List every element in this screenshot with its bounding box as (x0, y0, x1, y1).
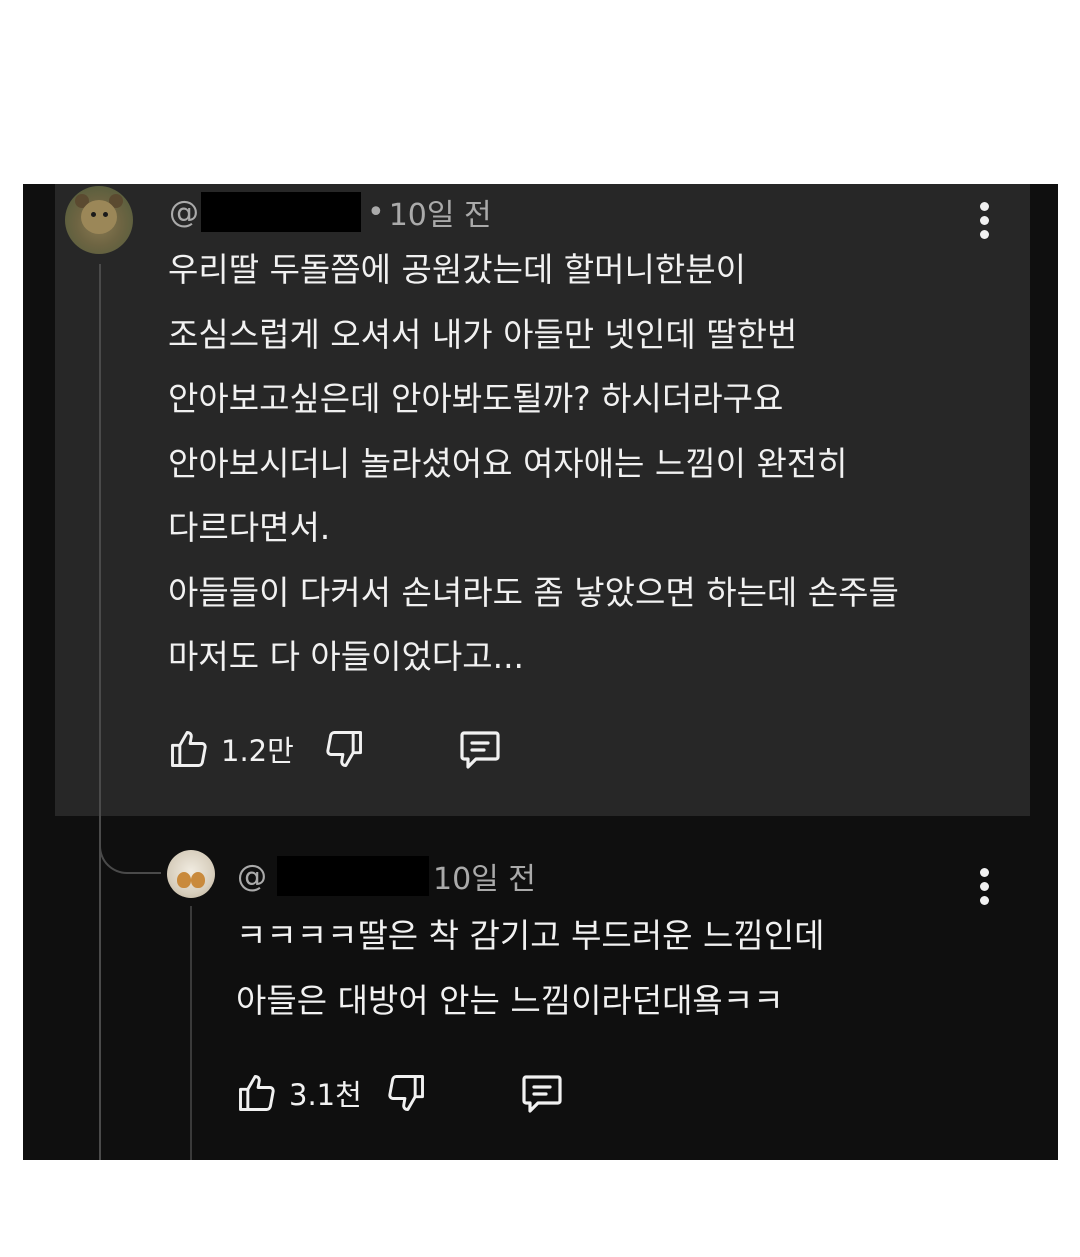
thumbs-down-icon[interactable] (384, 1071, 428, 1115)
like-count: 1.2만 (221, 734, 294, 768)
reply-comment-icon[interactable] (456, 725, 504, 773)
avatar[interactable] (65, 186, 133, 254)
author-handle[interactable]: @ (237, 859, 267, 894)
avatar-face (81, 200, 117, 234)
more-vert-icon[interactable] (978, 868, 990, 906)
redacted-username (201, 192, 361, 232)
like-count: 3.1천 (289, 1078, 362, 1112)
avatar-shape (191, 872, 205, 888)
thumbs-up-icon[interactable] (167, 727, 211, 771)
redacted-username (277, 856, 429, 896)
reply-actions: 3.1천 (235, 1068, 566, 1118)
reply-thread-line (190, 906, 192, 1160)
comment-text: 우리딸 두돌쯤에 공원갔는데 할머니한분이 조심스럽게 오셔서 내가 아들만 넷… (168, 250, 899, 676)
reply-text: ㅋㅋㅋㅋ딸은 착 감기고 부드러운 느낌인데 아들은 대방어 안는 느낌이라던대… (236, 916, 825, 1020)
thumbs-up-icon[interactable] (235, 1071, 279, 1115)
thread-line (99, 264, 101, 1160)
comment-actions: 1.2만 (167, 724, 504, 774)
thumbs-down-icon[interactable] (322, 727, 366, 771)
avatar-eye (103, 212, 108, 217)
comment-header: @ • 10일 전 (169, 190, 492, 234)
author-handle[interactable]: @ (169, 195, 199, 230)
comment-time[interactable]: 10일 전 (389, 190, 492, 234)
meta-separator: • (367, 194, 385, 230)
avatar-eye (91, 212, 96, 217)
more-vert-icon[interactable] (978, 202, 990, 240)
avatar-shape (177, 872, 191, 888)
reply-header: @ 10일 전 (237, 854, 536, 898)
thread-connector (99, 816, 161, 874)
reply-comment-icon[interactable] (518, 1069, 566, 1117)
avatar[interactable] (167, 850, 215, 898)
comment-time[interactable]: 10일 전 (433, 854, 536, 898)
comments-panel: @ • 10일 전 우리딸 두돌쯤에 공원갔는데 할머니한분이 조심스럽게 오셔… (23, 184, 1058, 1160)
